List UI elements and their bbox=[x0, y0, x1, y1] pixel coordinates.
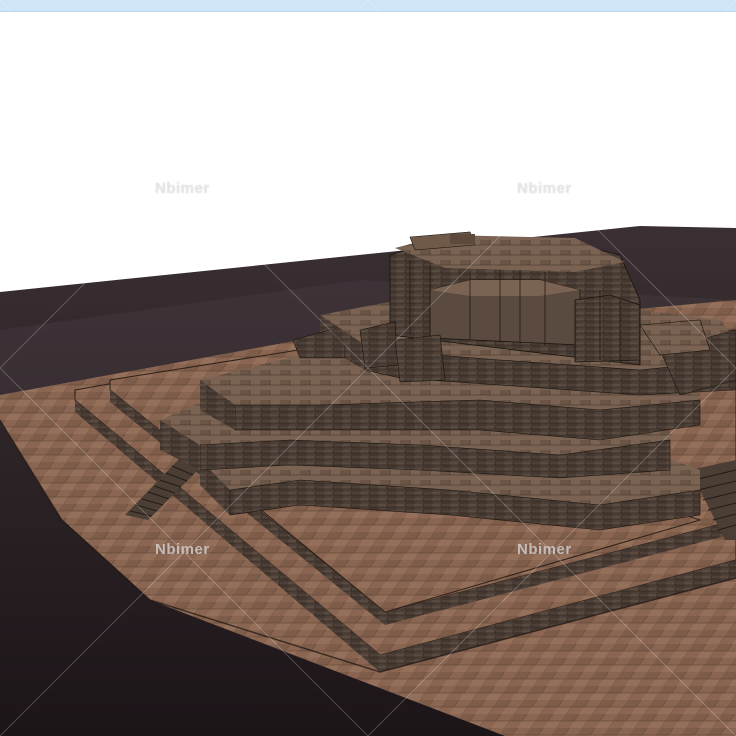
3d-model-render bbox=[0, 0, 736, 736]
ledge-block-2 bbox=[394, 334, 446, 383]
model-viewport[interactable]: Nbimer Nbimer Nbimer Nbimer bbox=[0, 0, 736, 736]
ledge-block-1 bbox=[359, 321, 399, 369]
